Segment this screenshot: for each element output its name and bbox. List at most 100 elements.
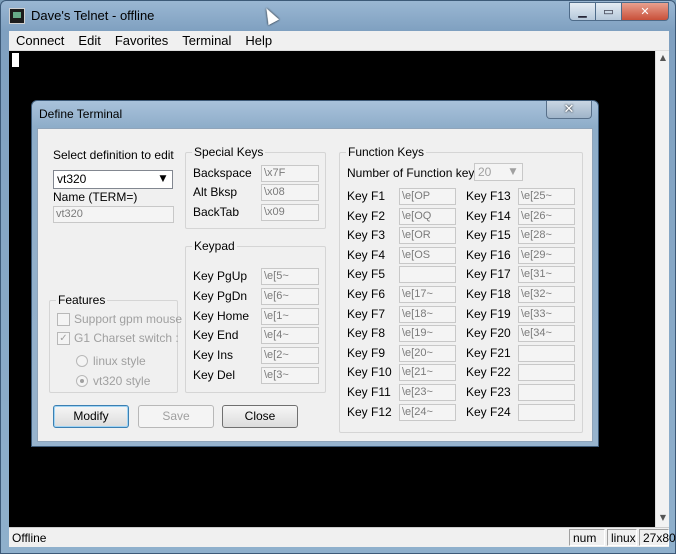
function-key-field[interactable]: \e[32~ xyxy=(518,286,575,303)
special-keys-label: Special Keys xyxy=(192,145,266,159)
function-key-label: Key F2 xyxy=(347,208,386,223)
function-key-field[interactable] xyxy=(518,384,575,401)
function-key-field[interactable]: \e[25~ xyxy=(518,188,575,205)
function-key-label: Key F15 xyxy=(466,228,511,243)
backtab-field[interactable]: \x09 xyxy=(261,204,319,221)
function-key-field[interactable]: \e[20~ xyxy=(399,344,456,362)
function-key-field[interactable]: \e[21~ xyxy=(399,364,456,382)
screen-size-indicator: 27x80 xyxy=(639,529,676,546)
function-key-field[interactable]: \e[OR xyxy=(399,227,456,245)
linux-style-radio[interactable] xyxy=(76,355,88,367)
dropdown-arrow-icon: ▼ xyxy=(509,167,517,177)
key-pgup-field[interactable]: \e[5~ xyxy=(261,268,319,285)
function-key-label: Key F24 xyxy=(466,404,511,419)
function-key-label: Key F17 xyxy=(466,267,511,282)
key-ins-field[interactable]: \e[2~ xyxy=(261,347,319,364)
vt320-style-radio[interactable] xyxy=(76,375,88,387)
close-icon: ✕ xyxy=(563,102,575,117)
maximize-icon: ▭ xyxy=(603,5,614,18)
function-key-field[interactable] xyxy=(399,266,456,284)
function-key-count-select[interactable]: 20 ▼ xyxy=(474,163,523,181)
keypad-label: Keypad xyxy=(192,239,237,253)
scroll-up-arrow-icon[interactable]: ▲ xyxy=(656,53,670,65)
g1-charset-switch-checkbox[interactable]: ✓ xyxy=(57,332,70,345)
function-key-field[interactable]: \e[31~ xyxy=(518,266,575,284)
keypad-key-label: Key PgUp xyxy=(193,269,248,283)
definition-select[interactable]: vt320 ▼ xyxy=(53,170,173,189)
function-key-field[interactable] xyxy=(518,364,575,382)
function-key-field[interactable]: \e[18~ xyxy=(399,305,456,323)
keypad-key-label: Key Ins xyxy=(193,348,234,362)
function-key-label: Key F13 xyxy=(466,189,511,203)
dialog-close-button[interactable]: ✕ xyxy=(546,101,592,119)
special-key-label: BackTab xyxy=(193,205,240,219)
function-key-field[interactable]: \e[29~ xyxy=(518,246,575,264)
function-key-label: Key F19 xyxy=(466,306,511,321)
close-button[interactable]: Close xyxy=(222,405,298,428)
function-key-label: Key F4 xyxy=(347,247,386,262)
function-key-field[interactable]: \e[OP xyxy=(399,188,456,205)
function-key-field[interactable]: \e[24~ xyxy=(399,403,456,421)
function-key-field[interactable]: \e[OS xyxy=(399,246,456,264)
function-key-field[interactable]: \e[26~ xyxy=(518,207,575,225)
menu-connect[interactable]: Connect xyxy=(10,33,70,48)
vertical-scrollbar[interactable]: ▲ ▼ xyxy=(655,51,669,527)
status-bar: Offline num linux 27x80 xyxy=(9,527,676,547)
support-gpm-mouse-checkbox[interactable] xyxy=(57,313,70,326)
title-bar[interactable]: Dave's Telnet - offline ▁ ▭ ✕ xyxy=(1,1,675,31)
name-field[interactable]: vt320 xyxy=(53,206,174,223)
function-key-label: Key F9 xyxy=(347,345,386,360)
function-key-field[interactable] xyxy=(518,344,575,362)
function-key-field[interactable]: \e[33~ xyxy=(518,305,575,323)
function-key-count-label: Number of Function keys xyxy=(347,166,481,180)
features-label: Features xyxy=(56,293,108,307)
linux-style-label: linux style xyxy=(93,354,146,368)
close-window-button[interactable]: ✕ xyxy=(622,2,669,21)
special-key-label: Alt Bksp xyxy=(193,185,238,199)
function-key-label: Key F8 xyxy=(347,326,386,341)
alt-bksp-field[interactable]: \x08 xyxy=(261,184,319,201)
key-del-field[interactable]: \e[3~ xyxy=(261,367,319,384)
caption-buttons: ▁ ▭ ✕ xyxy=(569,2,669,21)
support-gpm-mouse-label: Support gpm mouse xyxy=(74,312,183,326)
function-key-field[interactable]: \e[19~ xyxy=(399,325,456,343)
function-key-field[interactable]: \e[34~ xyxy=(518,325,575,343)
menu-terminal[interactable]: Terminal xyxy=(176,33,237,48)
function-key-label: Key F5 xyxy=(347,267,386,282)
menu-favorites[interactable]: Favorites xyxy=(109,33,174,48)
menu-help[interactable]: Help xyxy=(239,33,278,48)
function-key-field[interactable]: \e[28~ xyxy=(518,227,575,245)
close-icon: ✕ xyxy=(640,5,650,18)
function-key-label: Key F14 xyxy=(466,208,511,223)
function-key-label: Key F11 xyxy=(347,385,391,399)
window-title: Dave's Telnet - offline xyxy=(31,8,155,23)
function-keys-label: Function Keys xyxy=(346,145,427,159)
function-key-field[interactable]: \e[23~ xyxy=(399,384,456,401)
key-pgdn-field[interactable]: \e[6~ xyxy=(261,288,319,305)
key-home-field[interactable]: \e[1~ xyxy=(261,308,319,325)
connection-status: Offline xyxy=(12,531,47,545)
function-key-field[interactable] xyxy=(518,403,575,421)
function-key-count-value: 20 xyxy=(478,165,492,179)
scroll-down-arrow-icon[interactable]: ▼ xyxy=(656,513,670,525)
menu-edit[interactable]: Edit xyxy=(72,33,106,48)
app-terminal-icon[interactable] xyxy=(9,8,25,24)
menu-bar: Connect Edit Favorites Terminal Help xyxy=(9,31,669,51)
backspace-field[interactable]: \x7F xyxy=(261,165,319,182)
function-key-label: Key F6 xyxy=(347,287,386,301)
function-key-label: Key F10 xyxy=(347,365,392,380)
key-end-field[interactable]: \e[4~ xyxy=(261,327,319,344)
function-key-field[interactable]: \e[17~ xyxy=(399,286,456,303)
function-key-field[interactable]: \e[OQ xyxy=(399,207,456,225)
function-key-label: Key F22 xyxy=(466,365,511,380)
minimize-button[interactable]: ▁ xyxy=(569,2,596,21)
special-key-label: Backspace xyxy=(193,166,252,180)
g1-charset-switch-label: G1 Charset switch : xyxy=(74,331,179,345)
modify-button[interactable]: Modify xyxy=(53,405,129,428)
function-key-label: Key F3 xyxy=(347,228,386,243)
keypad-key-label: Key Home xyxy=(193,309,250,323)
save-button[interactable]: Save xyxy=(138,405,214,428)
dropdown-arrow-icon: ▼ xyxy=(159,174,167,184)
maximize-button[interactable]: ▭ xyxy=(596,2,622,21)
function-key-label: Key F21 xyxy=(466,345,511,360)
